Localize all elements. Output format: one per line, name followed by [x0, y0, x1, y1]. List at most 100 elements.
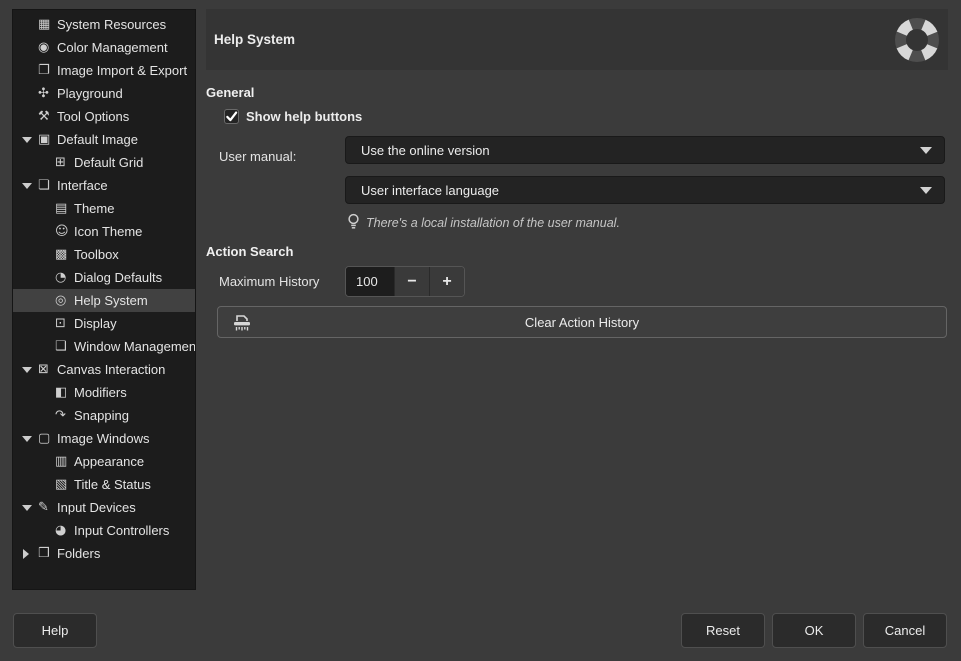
display-icon: ⊡	[55, 317, 74, 330]
help-system-icon: ◎	[55, 294, 74, 307]
sidebar-item-color-management[interactable]: ◉Color Management	[13, 36, 195, 59]
checkbox-checked-icon[interactable]	[224, 109, 239, 124]
manual-tip-row: There's a local installation of the user…	[347, 213, 620, 233]
sidebar-item-dialog-defaults[interactable]: ◔Dialog Defaults	[13, 266, 195, 289]
shredder-icon	[231, 314, 253, 335]
sidebar-item-label: Image Windows	[57, 431, 149, 446]
sidebar-item-display[interactable]: ⊡Display	[13, 312, 195, 335]
action-search-section-label: Action Search	[206, 244, 293, 259]
sidebar-item-label: Interface	[57, 178, 108, 193]
canvas-interaction-icon: ⊠	[38, 363, 57, 376]
preferences-dialog: ▦System Resources◉Color Management❐Image…	[0, 0, 961, 661]
sidebar-item-snapping[interactable]: ↷Snapping	[13, 404, 195, 427]
show-help-buttons-checkbox[interactable]: Show help buttons	[224, 109, 362, 124]
sidebar-item-window-management[interactable]: ❑Window Management	[13, 335, 195, 358]
sidebar-item-label: Default Grid	[74, 155, 143, 170]
max-history-stepper: − +	[345, 266, 465, 297]
sidebar-item-label: Toolbox	[74, 247, 119, 262]
sidebar-item-label: Help System	[74, 293, 148, 308]
system-resources-icon: ▦	[38, 18, 57, 31]
sidebar-item-label: Snapping	[74, 408, 129, 423]
chevron-right-icon[interactable]	[21, 542, 38, 565]
sidebar-item-label: Folders	[57, 546, 100, 561]
reset-button[interactable]: Reset	[681, 613, 765, 648]
theme-icon: ▤	[55, 202, 74, 215]
icon-theme-icon: ☺	[55, 225, 74, 238]
expander-spacer	[21, 82, 38, 105]
life-ring-icon	[891, 14, 943, 66]
sidebar-item-image-windows[interactable]: ▢Image Windows	[13, 427, 195, 450]
sidebar-item-modifiers[interactable]: ◧Modifiers	[13, 381, 195, 404]
window-management-icon: ❑	[55, 340, 74, 353]
clear-action-history-label: Clear Action History	[525, 315, 639, 330]
sidebar-item-appearance[interactable]: ▥Appearance	[13, 450, 195, 473]
toolbox-icon: ▩	[55, 248, 74, 261]
chevron-down-icon[interactable]	[21, 128, 38, 151]
sidebar-item-label: Display	[74, 316, 117, 331]
sidebar-item-image-import-export[interactable]: ❐Image Import & Export	[13, 59, 195, 82]
clear-action-history-button[interactable]: Clear Action History	[217, 306, 947, 338]
chevron-down-icon[interactable]	[21, 496, 38, 519]
chevron-down-icon	[920, 187, 932, 194]
chevron-down-icon[interactable]	[21, 174, 38, 197]
sidebar-item-system-resources[interactable]: ▦System Resources	[13, 13, 195, 36]
sidebar-item-label: System Resources	[57, 17, 166, 32]
sidebar-item-icon-theme[interactable]: ☺Icon Theme	[13, 220, 195, 243]
sidebar-item-label: Window Management	[74, 339, 196, 354]
sidebar-item-label: Playground	[57, 86, 123, 101]
sidebar-item-label: Modifiers	[74, 385, 127, 400]
sidebar-item-theme[interactable]: ▤Theme	[13, 197, 195, 220]
sidebar-item-help-system[interactable]: ◎Help System	[13, 289, 195, 312]
chevron-down-icon[interactable]	[21, 427, 38, 450]
sidebar-item-toolbox[interactable]: ▩Toolbox	[13, 243, 195, 266]
user-manual-label: User manual:	[219, 143, 341, 171]
folders-icon: ❒	[38, 547, 57, 560]
sidebar-item-canvas-interaction[interactable]: ⊠Canvas Interaction	[13, 358, 195, 381]
playground-icon: ✣	[38, 87, 57, 100]
sidebar-item-label: Input Devices	[57, 500, 136, 515]
expander-spacer	[21, 105, 38, 128]
ok-button[interactable]: OK	[772, 613, 856, 648]
sidebar-item-title-status[interactable]: ▧Title & Status	[13, 473, 195, 496]
sidebar-item-label: Color Management	[57, 40, 168, 55]
sidebar-item-input-controllers[interactable]: ◕Input Controllers	[13, 519, 195, 542]
snapping-icon: ↷	[55, 409, 74, 422]
image-import-export-icon: ❐	[38, 64, 57, 77]
appearance-icon: ▥	[55, 455, 74, 468]
manual-language-dropdown-value: User interface language	[361, 183, 920, 198]
chevron-down-icon	[920, 147, 932, 154]
general-section-label: General	[206, 85, 254, 100]
default-grid-icon: ⊞	[55, 156, 74, 169]
chevron-down-icon[interactable]	[21, 358, 38, 381]
modifiers-icon: ◧	[55, 386, 74, 399]
help-button[interactable]: Help	[13, 613, 97, 648]
lightbulb-icon	[347, 213, 360, 233]
input-controllers-icon: ◕	[55, 524, 74, 537]
sidebar-item-interface[interactable]: ❏Interface	[13, 174, 195, 197]
sidebar-item-tool-options[interactable]: ⚒Tool Options	[13, 105, 195, 128]
manual-language-dropdown[interactable]: User interface language	[345, 176, 945, 204]
sidebar-item-folders[interactable]: ❒Folders	[13, 542, 195, 565]
expander-spacer	[21, 36, 38, 59]
image-windows-icon: ▢	[38, 432, 57, 445]
cancel-button[interactable]: Cancel	[863, 613, 947, 648]
main-pane: Help System General Show help buttons Us…	[206, 9, 948, 590]
sidebar-item-default-image[interactable]: ▣Default Image	[13, 128, 195, 151]
user-manual-dropdown-value: Use the online version	[361, 143, 920, 158]
sidebar-item-label: Input Controllers	[74, 523, 169, 538]
sidebar-item-label: Image Import & Export	[57, 63, 187, 78]
sidebar-item-label: Canvas Interaction	[57, 362, 165, 377]
settings-tree: ▦System Resources◉Color Management❐Image…	[12, 9, 196, 590]
sidebar-item-label: Default Image	[57, 132, 138, 147]
color-management-icon: ◉	[38, 41, 57, 54]
max-history-input[interactable]	[346, 267, 394, 296]
sidebar-item-input-devices[interactable]: ✎Input Devices	[13, 496, 195, 519]
minus-icon[interactable]: −	[394, 267, 429, 296]
plus-icon[interactable]: +	[429, 267, 464, 296]
sidebar-item-label: Theme	[74, 201, 114, 216]
sidebar-item-playground[interactable]: ✣Playground	[13, 82, 195, 105]
sidebar-item-default-grid[interactable]: ⊞Default Grid	[13, 151, 195, 174]
manual-tip-text: There's a local installation of the user…	[366, 216, 620, 230]
user-manual-dropdown[interactable]: Use the online version	[345, 136, 945, 164]
sidebar-item-label: Appearance	[74, 454, 144, 469]
